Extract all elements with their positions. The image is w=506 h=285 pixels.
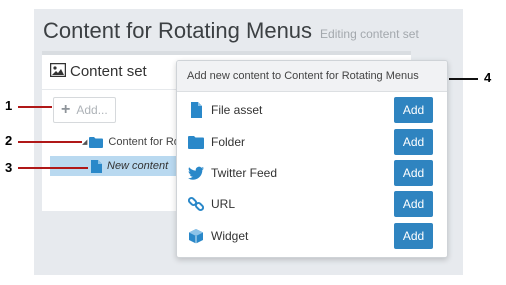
cube-icon <box>189 229 203 244</box>
callout-line-3 <box>18 167 88 169</box>
tree-item-new-content[interactable]: New content <box>50 156 179 176</box>
add-button[interactable]: + Add... <box>53 97 116 123</box>
page-subtitle: Editing content set <box>320 27 419 41</box>
callout-number-1: 1 <box>5 98 13 113</box>
callout-number-2: 2 <box>5 133 13 148</box>
add-folder-button[interactable]: Add <box>394 129 433 155</box>
content-type-label: Widget <box>211 229 249 243</box>
add-twitter-feed-button[interactable]: Add <box>394 160 433 186</box>
add-button-label: Add... <box>76 103 108 117</box>
content-type-label: URL <box>211 197 236 211</box>
twitter-icon <box>188 166 204 180</box>
image-icon <box>50 63 66 77</box>
popover-title: Add new content to Content for Rotating … <box>177 61 447 92</box>
add-file-asset-button[interactable]: Add <box>394 97 433 123</box>
content-type-label: File asset <box>211 103 263 117</box>
content-type-folder: Folder Add <box>177 127 447 157</box>
content-type-file-asset: File asset Add <box>177 95 447 125</box>
card-title: Content set <box>70 63 147 80</box>
plus-icon: + <box>61 101 71 118</box>
callout-line-2 <box>18 141 82 143</box>
content-type-widget: Widget Add <box>177 221 447 251</box>
callout-number-3: 3 <box>5 160 13 175</box>
page-title: Content for Rotating Menus Editing conte… <box>43 18 419 48</box>
callout-line-1 <box>18 106 52 108</box>
tree-item-label: New content <box>107 160 169 172</box>
add-content-popover: Add new content to Content for Rotating … <box>176 60 448 258</box>
expand-triangle-icon[interactable]: ◢ <box>82 138 87 146</box>
content-type-url: URL Add <box>177 189 447 219</box>
folder-icon <box>89 136 104 148</box>
page-title-text: Content for Rotating Menus <box>43 18 313 43</box>
folder-icon <box>188 136 204 149</box>
file-icon <box>191 102 202 118</box>
callout-line-4 <box>449 78 478 80</box>
add-widget-button[interactable]: Add <box>394 223 433 249</box>
add-url-button[interactable]: Add <box>394 191 433 217</box>
file-icon <box>91 159 102 173</box>
link-icon <box>188 196 204 212</box>
content-type-label: Folder <box>211 135 246 149</box>
callout-number-4: 4 <box>484 70 492 85</box>
content-type-twitter-feed: Twitter Feed Add <box>177 158 447 188</box>
content-type-label: Twitter Feed <box>211 166 278 180</box>
